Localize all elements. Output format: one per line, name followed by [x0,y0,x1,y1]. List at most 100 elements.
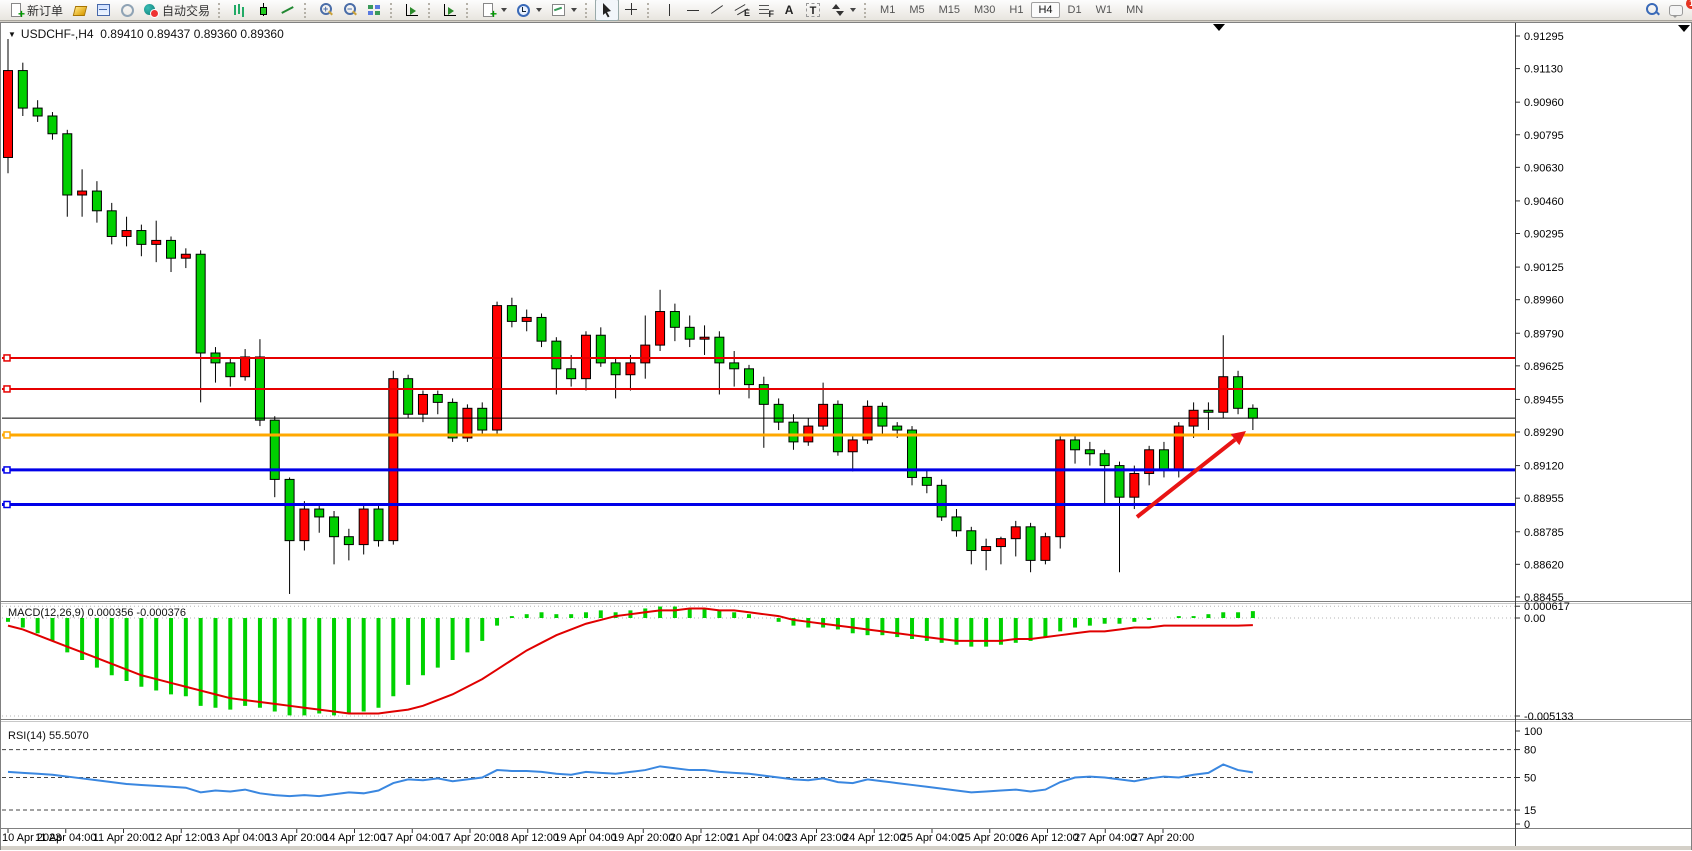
candle [330,517,339,537]
candle [774,404,783,422]
line-chart-button[interactable] [276,0,300,21]
price-axis-label: 0.90460 [1524,196,1564,208]
timeframe-H1[interactable]: H1 [1003,3,1029,17]
chart-shift-button[interactable] [438,0,462,21]
data-window-button[interactable] [91,0,115,21]
candle [63,134,72,195]
price-chart-svg: 0.912950.911300.909600.907950.906300.904… [0,22,1692,851]
cursor-button[interactable] [595,0,619,21]
candle [759,385,768,405]
line-handle[interactable] [4,386,10,392]
timeframe-H4[interactable]: H4 [1031,2,1059,18]
candle [315,509,324,517]
candle [78,191,87,195]
candle [1011,527,1020,539]
market-watch-button[interactable] [67,0,91,21]
price-axis-label: 0.89455 [1524,394,1564,406]
trendline-icon [709,2,725,18]
new-chart-dropdown[interactable] [476,0,511,21]
candle [285,479,294,540]
auto-trading-button[interactable]: 自动交易 [139,0,214,21]
candle [567,369,576,379]
rsi-axis-label: 15 [1524,805,1536,817]
bars-chart-button[interactable] [228,0,252,21]
timeframe-M5[interactable]: M5 [903,3,930,17]
price-axis-label: 0.90960 [1524,97,1564,109]
templates-dropdown[interactable] [546,0,581,21]
chevron-down-icon [501,8,507,12]
toolbar-separator [864,3,870,18]
timeframe-M30[interactable]: M30 [968,3,1001,17]
time-axis-label: 11 Apr 04:00 [35,832,97,844]
time-axis-label: 11 Apr 20:00 [93,832,155,844]
new-order-button[interactable]: 新订单 [4,0,67,21]
chart-shift-icon [442,2,458,18]
candle [48,116,57,134]
candle [537,317,546,341]
line-handle[interactable] [4,467,10,473]
macd-axis-label: -0.005133 [1524,711,1574,723]
zoom-in-icon: + [318,2,334,18]
price-axis-label: 0.89625 [1524,361,1564,373]
line-handle[interactable] [4,355,10,361]
toolbar-separator [304,3,310,18]
timeframe-M1[interactable]: M1 [874,3,901,17]
trendline-button[interactable] [705,0,729,21]
chat-icon [1668,2,1684,18]
timeframe-group: M1M5M15M30H1H4D1W1MN [874,2,1149,18]
chart-dropdown-icon[interactable]: ▼ [8,30,16,39]
fibonacci-button[interactable]: F [753,0,777,21]
timeframe-W1[interactable]: W1 [1090,3,1119,17]
periods-dropdown[interactable] [511,0,546,21]
horizontal-line-icon [685,2,701,18]
tile-windows-icon [366,2,382,18]
search-button[interactable] [1640,0,1664,21]
auto-scroll-button[interactable] [400,0,424,21]
vertical-line-button[interactable] [657,0,681,21]
zoom-in-button[interactable]: + [314,0,338,21]
timeframe-D1[interactable]: D1 [1062,3,1088,17]
equidistant-channel-button[interactable]: E [729,0,753,21]
candles-chart-icon [256,2,272,18]
price-axis-label: 0.89290 [1524,427,1564,439]
price-axis-label: 0.88785 [1524,527,1564,539]
zoom-out-button[interactable]: − [338,0,362,21]
candles-chart-button[interactable] [252,0,276,21]
toolbar-separator [390,3,396,18]
time-axis-label: 27 Apr 20:00 [1132,832,1194,844]
line-handle[interactable] [4,432,10,438]
candle [700,337,709,339]
candle [1248,408,1257,418]
notification-badge: 1 [1686,0,1692,9]
candle [404,379,413,415]
candle [878,406,887,426]
horizontal-line-button[interactable] [681,0,705,21]
candle [226,363,235,377]
data-window-icon [95,2,111,18]
candle [522,317,531,321]
cursor-icon [599,2,615,18]
timeframe-MN[interactable]: MN [1120,3,1149,17]
time-axis-label: 27 Apr 04:00 [1074,832,1136,844]
line-handle[interactable] [4,501,10,507]
chevron-down-icon [850,8,856,12]
market-watch-icon [71,2,87,18]
text-label-button[interactable]: T [801,0,825,21]
arrows-icon [829,2,845,18]
text-button[interactable]: A [777,0,801,21]
candle [656,312,665,346]
chart-window: 0.912950.911300.909600.907950.906300.904… [0,22,1692,851]
candle [745,369,754,385]
price-axis-label: 0.89960 [1524,295,1564,307]
crosshair-button[interactable] [619,0,643,21]
timeframe-M15[interactable]: M15 [933,3,966,17]
chat-button[interactable]: 1 [1664,0,1688,21]
arrows-dropdown[interactable] [825,0,860,21]
candle [1100,454,1109,466]
navigator-button[interactable] [115,0,139,21]
candle [552,341,561,369]
chart-ohlc-values: 0.89410 0.89437 0.89360 0.89360 [100,27,284,41]
candle [893,426,902,430]
candle [300,509,309,541]
tile-windows-button[interactable] [362,0,386,21]
